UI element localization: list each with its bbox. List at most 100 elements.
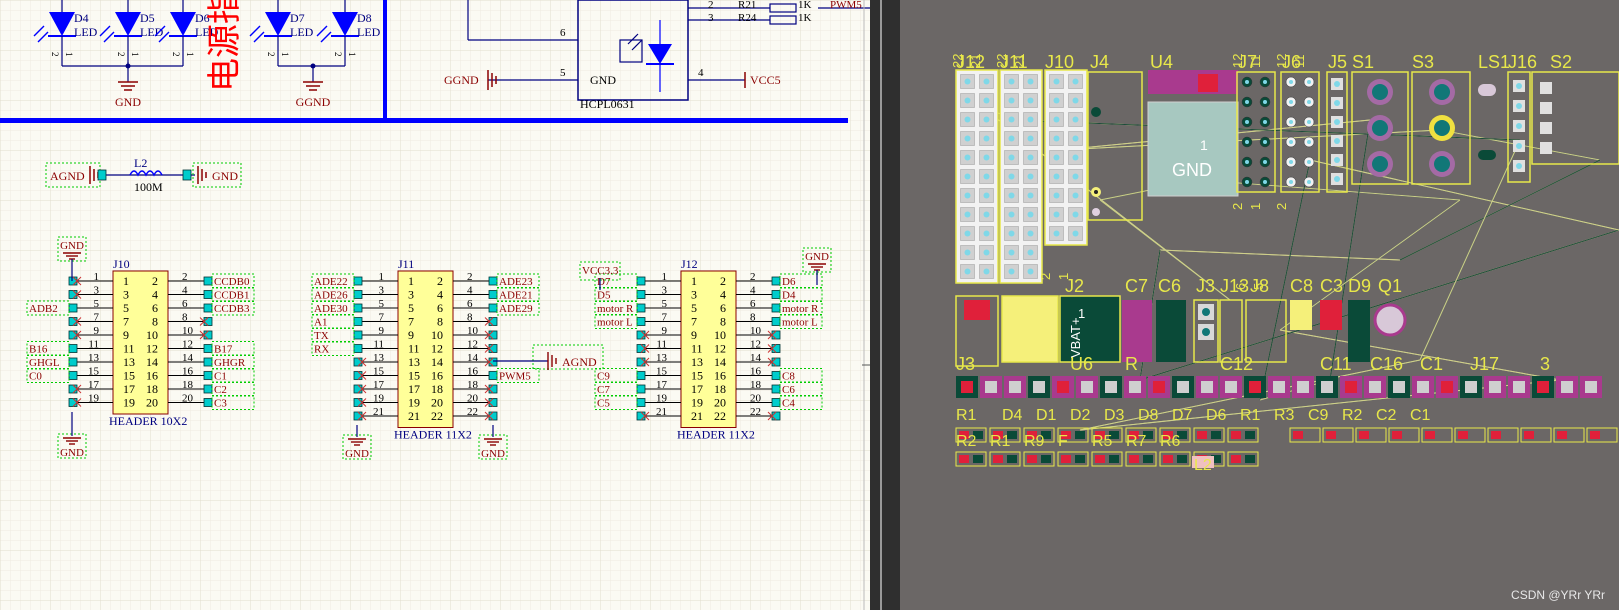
pin-pad[interactable] <box>353 371 363 380</box>
pin-pad[interactable] <box>68 317 78 326</box>
pin-pad[interactable] <box>488 411 498 421</box>
pcb-designator: D1 <box>1036 407 1057 424</box>
pin-number: 10 <box>182 325 194 337</box>
pin-pad[interactable] <box>488 398 498 407</box>
pin-pad[interactable] <box>68 330 78 340</box>
pin-pad[interactable] <box>353 344 363 353</box>
pin-pad[interactable] <box>771 344 781 353</box>
pin-pad[interactable] <box>636 357 646 367</box>
pin-pad[interactable] <box>353 330 363 340</box>
pin-pad[interactable] <box>488 371 498 380</box>
schematic-canvas[interactable]: D4 LED 2 1 D5 LED 2 1 D6 LED 2 1 D7 LED 2 1 D8 LED 2 1 GND … <box>0 0 870 610</box>
pin-pad[interactable] <box>203 344 213 353</box>
pin-pad[interactable] <box>771 357 781 367</box>
pin-number: 16 <box>146 369 158 383</box>
pin-pad[interactable] <box>771 317 781 326</box>
pin-pad[interactable] <box>771 330 781 340</box>
pin-pad[interactable] <box>203 398 213 407</box>
pin-pad[interactable] <box>488 317 498 326</box>
pin-pad[interactable] <box>203 290 213 299</box>
pin-number: 21 <box>373 406 384 418</box>
pin-pad[interactable] <box>68 371 78 380</box>
pin-pad[interactable] <box>488 357 498 367</box>
pin-pad[interactable] <box>488 384 498 394</box>
pin-pad[interactable] <box>353 303 363 313</box>
pin-pad[interactable] <box>771 290 781 299</box>
pin-pad[interactable] <box>771 371 781 380</box>
panel-divider[interactable] <box>870 0 900 610</box>
pin-number: 19 <box>408 396 420 410</box>
pcb-designator: R <box>1125 354 1138 374</box>
pin-pad[interactable] <box>488 290 498 299</box>
pin-pad[interactable] <box>771 276 781 286</box>
gnd-port-label: GND <box>805 251 829 263</box>
pin-pad[interactable] <box>353 384 363 394</box>
pin-pad[interactable] <box>636 344 646 353</box>
net-label: GHGR <box>214 357 246 369</box>
pin-number: 11 <box>656 339 667 351</box>
pin-number: 3 <box>408 288 414 302</box>
pin-pad[interactable] <box>353 317 363 326</box>
header-body <box>397 270 454 428</box>
pcb-designator: 11 <box>1248 55 1263 69</box>
pin-pad[interactable] <box>68 398 78 407</box>
pin-pad[interactable] <box>488 330 498 340</box>
pcb-designator: S3 <box>1412 52 1434 72</box>
pin-pad[interactable] <box>771 303 781 313</box>
pcb-canvas[interactable]: GND 1 VBAT+ 1 J12 J11 J10 J4 U4 J7 J6 J5 S1 S3 LS1 J16… <box>900 0 1619 610</box>
pin-pad[interactable] <box>68 384 78 394</box>
pin-pad[interactable] <box>488 344 498 353</box>
pcb-designator: C3 <box>1320 276 1343 296</box>
pcb-designator: J17 <box>1470 354 1499 374</box>
pin-pad[interactable] <box>68 303 78 313</box>
pin-pad[interactable] <box>488 276 498 286</box>
pin-pad[interactable] <box>636 411 646 421</box>
pin-number: 14 <box>182 352 194 364</box>
opto-pin3: 3 <box>708 12 714 24</box>
u4-gnd-text: GND <box>1172 160 1212 180</box>
pin-pad[interactable] <box>636 303 646 313</box>
j2-pin-text: 1 <box>1078 306 1085 321</box>
net-label: C1 <box>214 371 227 383</box>
pin-pad[interactable] <box>636 276 646 286</box>
pin-number: 15 <box>88 366 100 378</box>
pcb-designator: 2 <box>1038 273 1053 280</box>
pin-pad[interactable] <box>771 398 781 407</box>
pin-pad[interactable] <box>488 303 498 313</box>
pin-pad[interactable] <box>636 384 646 394</box>
pin-pad[interactable] <box>68 357 78 367</box>
pin-pad[interactable] <box>353 398 363 407</box>
pin-pad[interactable] <box>771 411 781 421</box>
pin-pad[interactable] <box>203 330 213 340</box>
pin-pad[interactable] <box>353 276 363 286</box>
pin-pad[interactable] <box>353 411 363 421</box>
pin-pad[interactable] <box>68 276 78 286</box>
pin-pad[interactable] <box>353 357 363 367</box>
pin-number: 5 <box>379 298 385 310</box>
pin-pad[interactable] <box>636 371 646 380</box>
pin-number: 3 <box>94 285 100 297</box>
header-ref: J11 <box>398 257 414 271</box>
pin-pad[interactable] <box>68 344 78 353</box>
pin-pad[interactable] <box>636 330 646 340</box>
pin-pad[interactable] <box>636 398 646 407</box>
pin-pad[interactable] <box>636 290 646 299</box>
pin-pad[interactable] <box>203 371 213 380</box>
inductor-gnd-port: GND <box>212 169 238 183</box>
pin-pad[interactable] <box>68 290 78 299</box>
pin-pad[interactable] <box>353 290 363 299</box>
pin-pad[interactable] <box>636 317 646 326</box>
pin-pad[interactable] <box>203 303 213 313</box>
header-footprint: HEADER 11X2 <box>394 428 472 442</box>
pin-pad[interactable] <box>771 384 781 394</box>
pin-pad[interactable] <box>203 317 213 326</box>
net-label: CCDB1 <box>214 290 249 302</box>
pin-number: 20 <box>146 396 158 410</box>
j2-vbat-text: VBAT+ <box>1068 317 1083 358</box>
pin-pad[interactable] <box>203 384 213 394</box>
led-ref: D8 <box>357 11 372 25</box>
pin-pad[interactable] <box>203 276 213 286</box>
pin-number: 6 <box>467 298 473 310</box>
net-label: C6 <box>782 384 795 396</box>
pin-pad[interactable] <box>203 357 213 367</box>
